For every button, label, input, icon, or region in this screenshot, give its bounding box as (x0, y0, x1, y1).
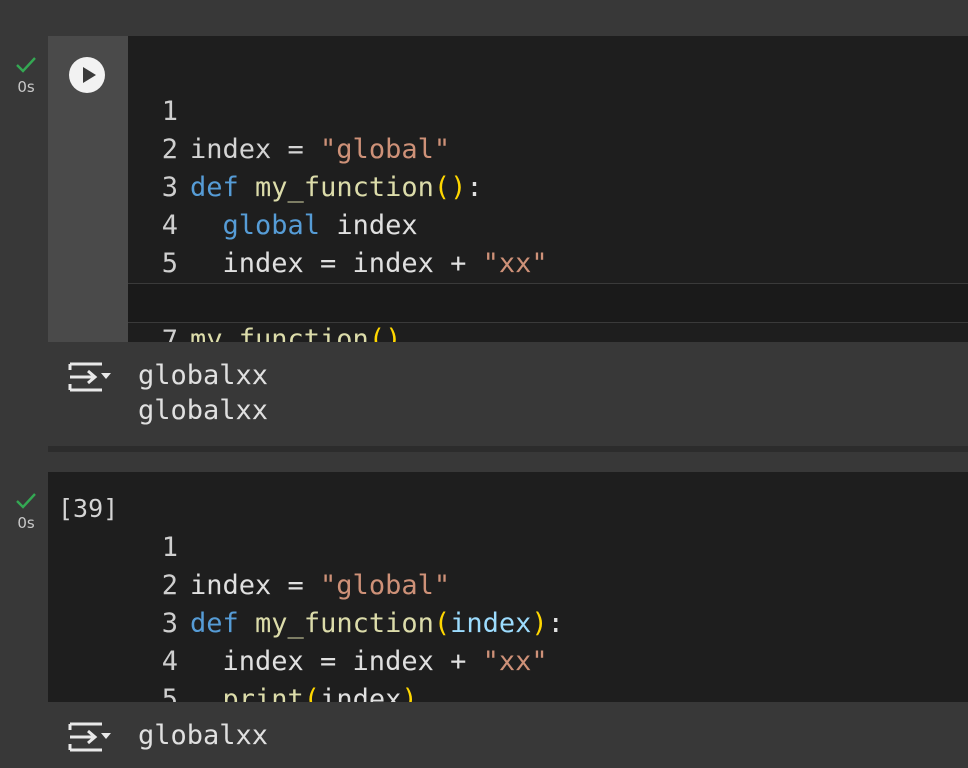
output-text: globalxx globalxx (138, 360, 269, 426)
output-toggle-icon[interactable] (68, 360, 112, 394)
code-line: 5 print(index) (128, 207, 968, 317)
execution-time: 0s (17, 78, 35, 96)
code-line: 3 index = index + "xx" (128, 567, 968, 677)
cell-divider (48, 446, 968, 452)
code-editor[interactable]: 1 index = "global" 2 def my_function(ind… (128, 472, 968, 753)
execution-count: [39] (58, 494, 119, 523)
output-toggle-icon[interactable] (68, 720, 112, 754)
output-text: globalxx (138, 720, 269, 751)
cell-status: 0s (8, 56, 44, 96)
code-line: 4 index = index + "xx" (128, 169, 968, 279)
code-line: 2 def my_function(index): (128, 529, 968, 639)
code-line: 3 global index (128, 131, 968, 241)
code-line: 4 print(index) (128, 605, 968, 715)
code-line-active: 7 print(index) (128, 283, 968, 395)
code-line: 6 my_function() (128, 245, 968, 355)
cell-status: 0s (8, 492, 44, 532)
cell-gutter: [39] (48, 472, 128, 702)
notebook: 0s 1 index = "global" 2 def my_function(… (0, 0, 968, 768)
code-line: 2 def my_function(): (128, 93, 968, 203)
cell-gutter (48, 36, 128, 342)
code-line: 5 my_function(index) (128, 643, 968, 753)
code-line: 1 index = "global" (128, 491, 968, 601)
cell-output: globalxx (48, 702, 968, 768)
cell-output: globalxx globalxx (48, 342, 968, 446)
execution-time: 0s (17, 514, 35, 532)
code-editor[interactable]: 1 index = "global" 2 def my_function(): … (128, 36, 968, 395)
toolbar-strip (0, 0, 968, 36)
checkmark-icon (16, 57, 36, 73)
run-cell-button[interactable] (69, 57, 105, 93)
play-icon (83, 67, 96, 83)
code-line: 1 index = "global" (128, 55, 968, 165)
checkmark-icon (16, 493, 36, 509)
